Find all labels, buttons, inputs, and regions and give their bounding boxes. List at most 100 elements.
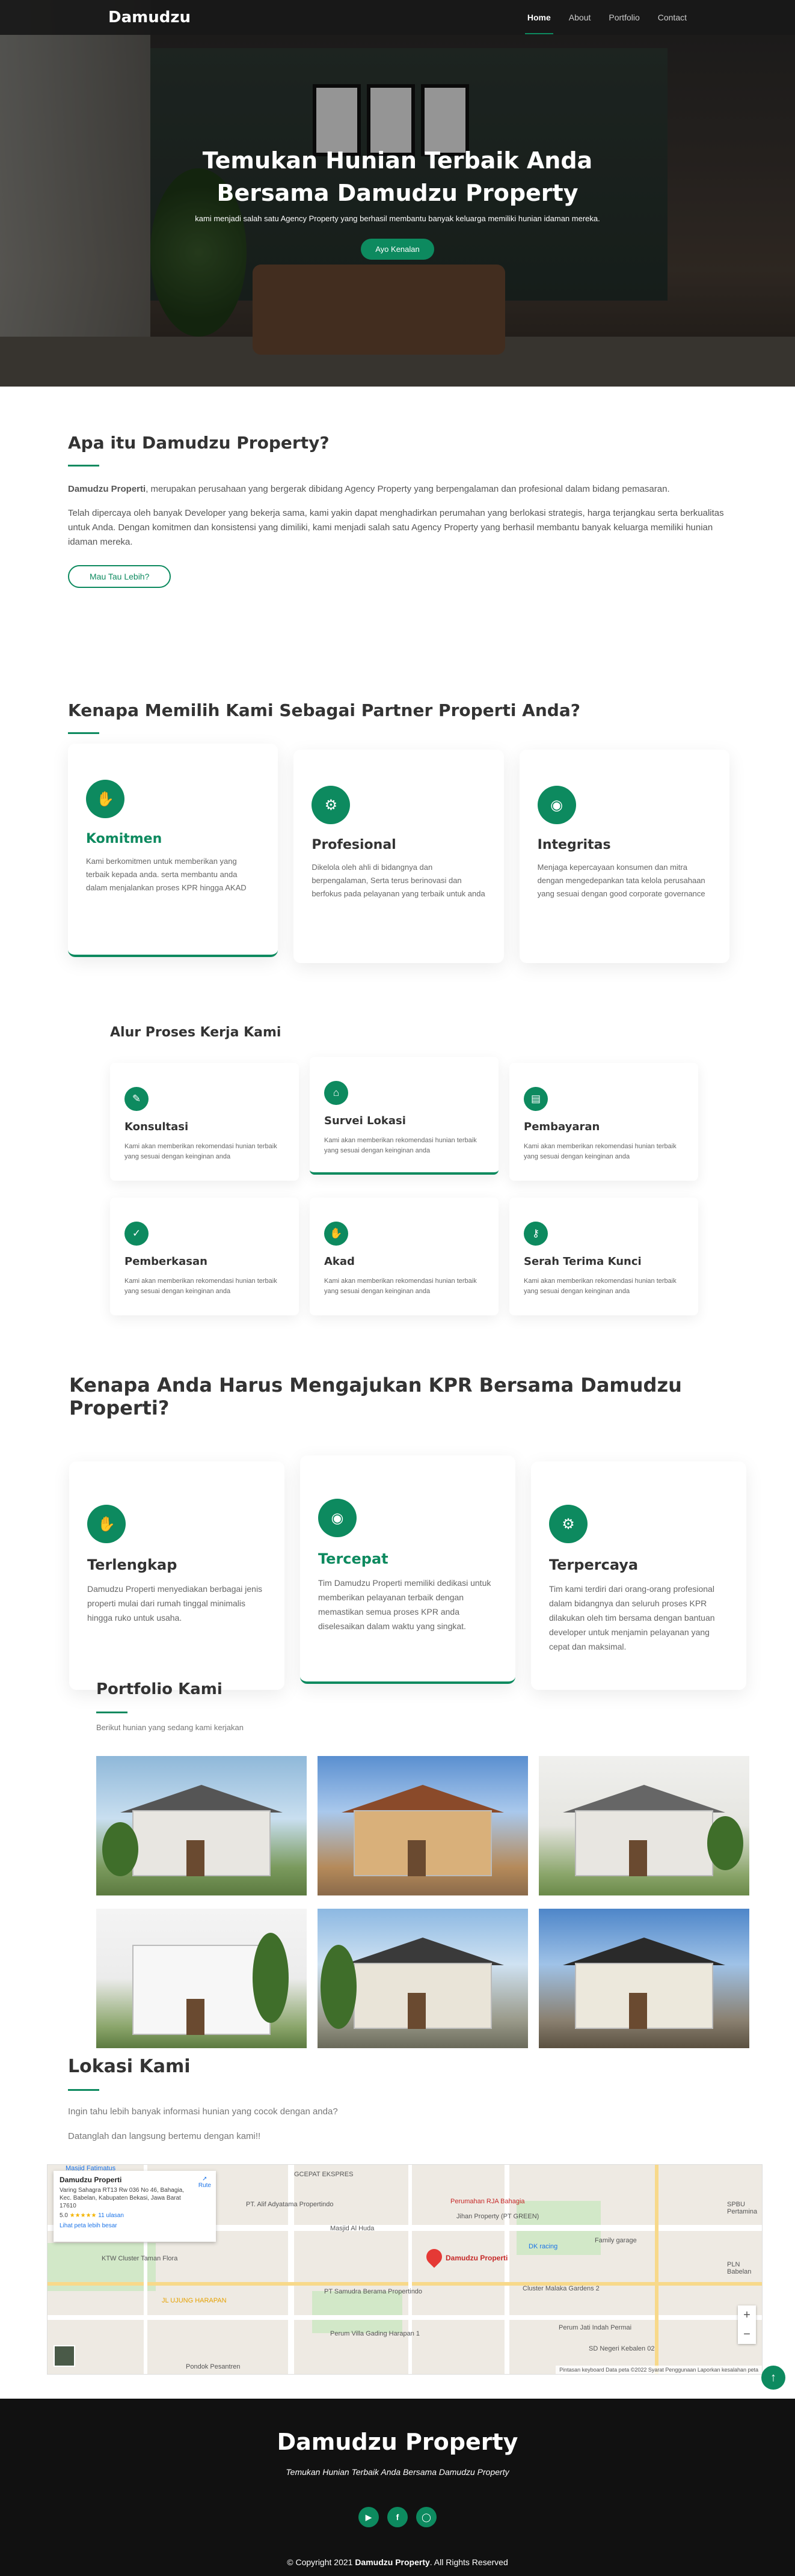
house-roof [563, 1938, 725, 1965]
handshake-icon: ✋ [86, 780, 124, 818]
copyright-prefix: © Copyright 2021 [287, 2557, 355, 2567]
star-rating-icon: ★★★★★ [69, 2212, 97, 2219]
copyright: © Copyright 2021 Damudzu Property. All R… [0, 2557, 795, 2567]
title-underline [68, 465, 99, 467]
portfolio-image[interactable] [318, 1756, 528, 1895]
copyright-suffix: . All Rights Reserved [429, 2557, 508, 2567]
zoom-out-button[interactable]: − [738, 2325, 756, 2344]
portfolio-image[interactable] [318, 1909, 528, 2048]
instagram-icon[interactable]: ◯ [416, 2507, 437, 2527]
arrow-up-icon: ↑ [770, 2370, 776, 2384]
gauge-icon: ◉ [537, 786, 576, 824]
copyright-brand: Damudzu Property [355, 2557, 430, 2567]
process-card-pembayaran: ▤ Pembayaran Kami akan memberikan rekome… [509, 1063, 698, 1181]
process-card-akad: ✋ Akad Kami akan memberikan rekomendasi … [310, 1198, 499, 1315]
house-roof [342, 1938, 504, 1965]
map-layer-toggle[interactable] [54, 2345, 75, 2367]
portfolio-image[interactable] [96, 1909, 307, 2048]
card-title: Profesional [312, 837, 396, 852]
title-underline [68, 2089, 99, 2091]
hero-title-line2: Bersama Damudzu Property [216, 180, 579, 206]
hero-section: Temukan Hunian Terbaik Anda Bersama Damu… [0, 0, 795, 387]
portfolio-image[interactable] [539, 1909, 749, 2048]
back-to-top-button[interactable]: ↑ [761, 2366, 785, 2390]
card-text: Tim Damudzu Properti memiliki dedikasi u… [318, 1578, 491, 1631]
map-rating-value: 5.0 [60, 2212, 68, 2219]
map-pin-label: Damudzu Properti [446, 2254, 508, 2262]
handshake-icon: ✋ [324, 1222, 348, 1246]
portfolio-subtitle: Berikut hunian yang sedang kami kerjakan [96, 1723, 244, 1732]
portfolio-section: Portfolio Kami Berikut hunian yang sedan… [96, 1680, 758, 2048]
google-map-embed[interactable]: Masjid Fatimatus PT. Alif Adyatama Prope… [47, 2164, 763, 2375]
route-icon: ➚ [202, 2176, 207, 2182]
user-gear-icon: ⚙ [549, 1505, 588, 1543]
house-door [186, 1999, 204, 2035]
card-title: Tercepat [318, 1550, 388, 1567]
map-label: Cluster Malaka Gardens 2 [523, 2285, 600, 2292]
map-label: GCEPAT EKSPRES [294, 2171, 354, 2178]
location-paragraph-1: Ingin tahu lebih banyak informasi hunian… [68, 2106, 338, 2117]
map-label: Perum Jati Indah Permai [559, 2324, 632, 2331]
nav-item-contact[interactable]: Contact [658, 9, 687, 26]
map-label: Masjid Al Huda [330, 2225, 375, 2232]
map-label: JL UJUNG HARAPAN [162, 2297, 227, 2304]
title-underline [96, 1712, 127, 1713]
zoom-in-button[interactable]: + [738, 2305, 756, 2325]
about-brand-bold: Damudzu Properti [68, 484, 146, 494]
step-text: Kami akan memberikan rekomendasi hunian … [124, 1143, 277, 1160]
map-route-label: Rute [198, 2182, 211, 2189]
about-paragraph-2: Telah dipercaya oleh banyak Developer ya… [68, 508, 724, 547]
map-green-area [312, 2291, 402, 2333]
process-grid: ✎ Konsultasi Kami akan memberikan rekome… [110, 1057, 699, 1315]
map-larger-link[interactable]: Lihat peta lebih besar [60, 2223, 117, 2229]
card-icon: ▤ [524, 1087, 548, 1111]
why-card-profesional: ⚙ Profesional Dikelola oleh ahli di bida… [293, 750, 504, 963]
portfolio-image[interactable] [539, 1756, 749, 1895]
location-section: Lokasi Kami Ingin tahu lebih banyak info… [68, 2056, 729, 2156]
youtube-icon[interactable]: ▶ [358, 2507, 379, 2527]
map-zoom-controls: + − [738, 2305, 756, 2344]
about-paragraph-1: Damudzu Properti, merupakan perusahaan y… [68, 482, 729, 497]
nav-item-home[interactable]: Home [524, 9, 553, 34]
process-card-serah-terima: ⚷ Serah Terima Kunci Kami akan memberika… [509, 1198, 698, 1315]
kpr-title: Kenapa Anda Harus Mengajukan KPR Bersama… [69, 1374, 682, 1419]
portfolio-gallery [96, 1756, 758, 2048]
card-text: Dikelola oleh ahli di bidangnya dan berp… [312, 863, 485, 898]
nav-item-about[interactable]: About [569, 9, 591, 26]
why-card-integritas: ◉ Integritas Menjaga kepercayaan konsume… [519, 750, 729, 963]
map-info-card: Damudzu Properti ➚ Rute Varing Sahagra RT… [54, 2171, 216, 2242]
learn-more-button[interactable]: Mau Tau Lebih? [68, 565, 171, 588]
kpr-cards: ✋ Terlengkap Damudzu Properti menyediaka… [69, 1455, 755, 1690]
hero-cta-button[interactable]: Ayo Kenalan [361, 239, 434, 260]
step-title: Pembayaran [524, 1121, 600, 1133]
step-text: Kami akan memberikan rekomendasi hunian … [324, 1277, 477, 1295]
map-road [288, 2165, 294, 2374]
step-title: Serah Terima Kunci [524, 1255, 642, 1268]
map-reviews-link[interactable]: 11 ulasan [98, 2212, 124, 2219]
why-cards: ✋ Komitmen Kami berkomitmen untuk member… [68, 744, 729, 963]
map-place-name: Damudzu Properti [60, 2176, 122, 2184]
tree [321, 1945, 357, 2029]
map-road [408, 2165, 412, 2374]
why-card-komitmen: ✋ Komitmen Kami berkomitmen untuk member… [68, 744, 278, 957]
social-links: ▶ f ◯ [0, 2507, 795, 2527]
house-door [408, 1840, 426, 1876]
gauge-icon: ◉ [318, 1499, 357, 1537]
portfolio-image[interactable] [96, 1756, 307, 1895]
nav-item-portfolio[interactable]: Portfolio [609, 9, 639, 26]
tree [707, 1816, 743, 1870]
portfolio-title: Portfolio Kami [96, 1680, 223, 1698]
map-label: Perumahan RJA Bahagia [450, 2198, 525, 2205]
map-pin-icon[interactable] [423, 2245, 446, 2268]
map-route-button[interactable]: ➚ Rute [198, 2176, 211, 2189]
step-title: Akad [324, 1255, 355, 1268]
house-door [408, 1993, 426, 2029]
map-label: SD Negeri Kebalen 02 [589, 2345, 655, 2352]
map-footer: Pintasan keyboard Data peta ©2022 Syarat… [556, 2366, 762, 2374]
brand-logo[interactable]: Damudzu [108, 8, 191, 26]
facebook-icon[interactable]: f [387, 2507, 408, 2527]
step-title: Survei Lokasi [324, 1115, 406, 1127]
map-rating: 5.0 ★★★★★ 11 ulasan [60, 2212, 210, 2219]
hero-subtitle: kami menjadi salah satu Agency Property … [195, 214, 600, 223]
hero-content: Temukan Hunian Terbaik Anda Bersama Damu… [0, 144, 795, 260]
